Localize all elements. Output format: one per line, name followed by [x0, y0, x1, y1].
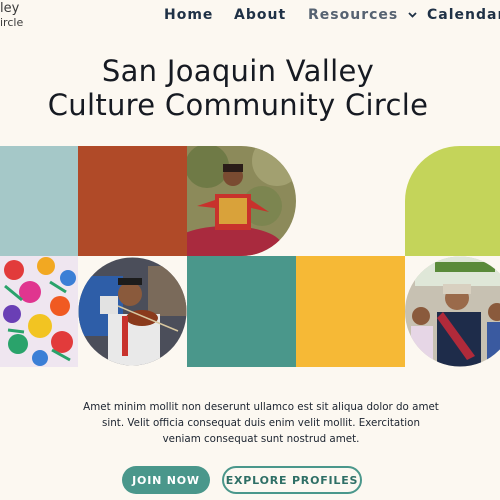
chevron-down-icon: [408, 12, 417, 18]
dancer-photo: [187, 146, 296, 256]
nav-about[interactable]: About: [234, 7, 286, 23]
dancer-image: [187, 146, 296, 256]
nav-calendar[interactable]: Calendar: [427, 7, 500, 23]
join-now-button[interactable]: JOIN NOW: [122, 466, 210, 494]
queen-image: [405, 256, 500, 367]
page-title: San Joaquin Valley Culture Community Cir…: [0, 54, 476, 122]
page-title-line-2: Culture Community Circle: [47, 88, 429, 122]
light-teal-tile: [0, 146, 78, 256]
intro-description: Amet minim mollit non deserunt ullamco e…: [83, 401, 439, 445]
violinist-image: [78, 257, 187, 366]
nav-resources[interactable]: Resources: [308, 7, 417, 23]
rust-tile: [78, 146, 187, 256]
nav-resources-label: Resources: [308, 7, 399, 23]
teal-tile: [187, 256, 296, 367]
gold-tile: [296, 256, 405, 367]
lime-tile: [405, 146, 500, 256]
embroidery-image: [0, 256, 78, 367]
page-title-line-1: San Joaquin Valley: [101, 54, 375, 88]
main-nav: Home About Resources Calendar: [0, 7, 500, 27]
embroidery-photo: [0, 256, 78, 367]
explore-profiles-button[interactable]: EXPLORE PROFILES: [222, 466, 362, 494]
nav-home[interactable]: Home: [164, 7, 213, 23]
violinist-photo: [78, 256, 187, 367]
queen-photo: [405, 256, 500, 367]
